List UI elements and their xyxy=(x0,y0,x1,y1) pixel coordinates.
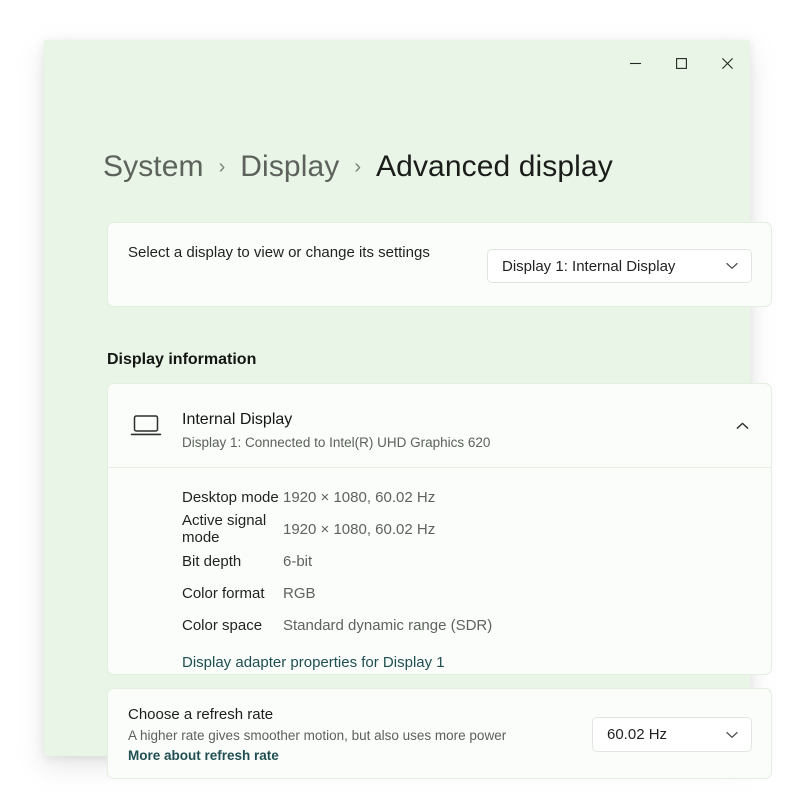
more-about-refresh-rate-link[interactable]: More about refresh rate xyxy=(128,748,279,763)
row-value: 6-bit xyxy=(283,553,312,570)
display-select-dropdown[interactable]: Display 1: Internal Display xyxy=(487,249,752,283)
page-title: Advanced display xyxy=(376,150,613,184)
display-select-value: Display 1: Internal Display xyxy=(502,258,675,275)
display-selector-label: Select a display to view or change its s… xyxy=(128,242,458,264)
display-name: Internal Display xyxy=(182,411,292,429)
breadcrumb-item-display[interactable]: Display xyxy=(240,150,339,184)
chevron-down-icon xyxy=(724,727,740,743)
table-row: Active signal mode 1920 × 1080, 60.02 Hz xyxy=(108,513,771,545)
chevron-down-icon xyxy=(724,258,740,274)
breadcrumb-separator: › xyxy=(204,156,241,179)
display-info-header[interactable]: Internal Display Display 1: Connected to… xyxy=(108,384,771,467)
close-icon xyxy=(721,57,734,70)
section-title-display-information: Display information xyxy=(107,351,256,369)
close-button[interactable] xyxy=(704,40,750,86)
window-controls xyxy=(612,40,750,86)
page-root: System › Display › Advanced display Sele… xyxy=(0,0,798,806)
row-label: Desktop mode xyxy=(108,489,283,506)
title-bar xyxy=(44,40,750,86)
display-information-card: Internal Display Display 1: Connected to… xyxy=(107,383,772,675)
display-selector-card: Select a display to view or change its s… xyxy=(107,222,772,307)
row-label: Color format xyxy=(108,585,283,602)
settings-window: System › Display › Advanced display Sele… xyxy=(44,40,750,756)
refresh-rate-description: A higher rate gives smoother motion, but… xyxy=(128,728,506,743)
table-row: Color space Standard dynamic range (SDR) xyxy=(108,609,771,641)
row-label: Bit depth xyxy=(108,553,283,570)
breadcrumb-separator: › xyxy=(339,156,376,179)
row-value: Standard dynamic range (SDR) xyxy=(283,617,492,634)
table-row: Bit depth 6-bit xyxy=(108,545,771,577)
maximize-icon xyxy=(675,57,688,70)
row-value: 1920 × 1080, 60.02 Hz xyxy=(283,489,435,506)
refresh-rate-value: 60.02 Hz xyxy=(607,726,667,743)
display-connection-info: Display 1: Connected to Intel(R) UHD Gra… xyxy=(182,435,490,450)
breadcrumb-item-system[interactable]: System xyxy=(103,150,204,184)
row-value: 1920 × 1080, 60.02 Hz xyxy=(283,521,435,538)
chevron-up-icon xyxy=(736,417,749,435)
display-adapter-properties-link[interactable]: Display adapter properties for Display 1 xyxy=(108,654,771,671)
minimize-button[interactable] xyxy=(612,40,658,86)
table-row: Desktop mode 1920 × 1080, 60.02 Hz xyxy=(108,481,771,513)
row-label: Active signal mode xyxy=(108,512,283,546)
row-value: RGB xyxy=(283,585,316,602)
minimize-icon xyxy=(629,57,642,70)
refresh-rate-card: Choose a refresh rate A higher rate give… xyxy=(107,688,772,779)
maximize-button[interactable] xyxy=(658,40,704,86)
breadcrumb: System › Display › Advanced display xyxy=(103,150,613,184)
refresh-rate-dropdown[interactable]: 60.02 Hz xyxy=(592,717,752,752)
display-info-details: Desktop mode 1920 × 1080, 60.02 Hz Activ… xyxy=(108,468,771,671)
laptop-display-icon xyxy=(130,413,162,439)
collapse-toggle-button[interactable] xyxy=(727,412,757,440)
refresh-rate-title: Choose a refresh rate xyxy=(128,706,273,723)
table-row: Color format RGB xyxy=(108,577,771,609)
row-label: Color space xyxy=(108,617,283,634)
